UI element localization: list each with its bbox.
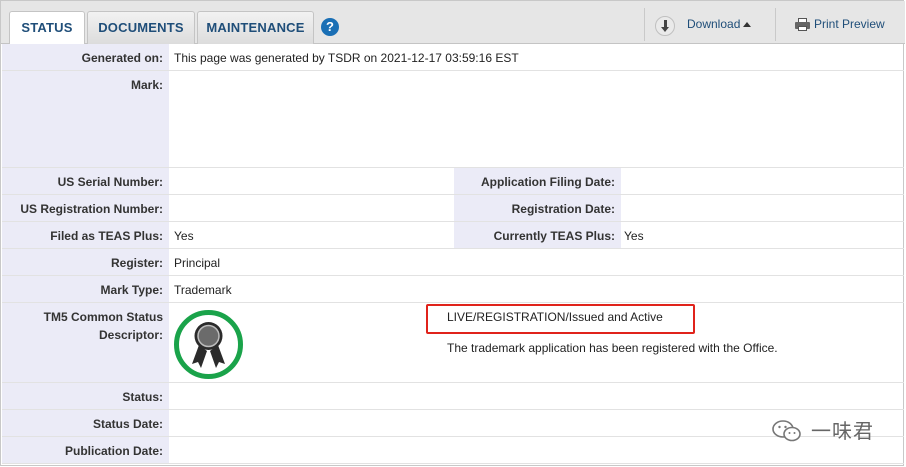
generated-on-value: This page was generated by TSDR on 2021-…	[174, 51, 519, 65]
row-status: Status:	[2, 383, 904, 410]
register-value: Principal	[174, 256, 221, 270]
tab-status[interactable]: STATUS	[9, 11, 85, 45]
download-button[interactable]: Download	[644, 8, 774, 41]
watermark-text: 一味君	[811, 421, 874, 443]
row-status-date: Status Date:	[2, 410, 904, 437]
row-mark: Mark:	[2, 71, 904, 168]
wechat-icon	[772, 420, 801, 442]
row-generated-on: Generated on: This page was generated by…	[2, 44, 904, 71]
print-preview-label: Print Preview	[814, 17, 885, 31]
help-icon[interactable]: ?	[321, 18, 339, 36]
tab-bar: STATUS DOCUMENTS MAINTENANCE ? Download …	[1, 1, 905, 45]
download-label: Download	[687, 17, 741, 31]
tm5-status-value: LIVE/REGISTRATION/Issued and Active	[447, 310, 663, 324]
printer-icon	[795, 18, 810, 31]
mark-type-value: Trademark	[174, 283, 232, 297]
status-date-label: Status Date:	[92, 417, 163, 431]
print-preview-button[interactable]: Print Preview	[775, 8, 905, 41]
us-registration-number-label: US Registration Number:	[20, 202, 163, 216]
row-publication-date: Publication Date:	[2, 437, 904, 464]
row-registration-number: US Registration Number: Registration Dat…	[2, 195, 904, 222]
tm5-descriptor-label-line1: TM5 Common Status	[43, 310, 163, 324]
register-label: Register:	[110, 256, 163, 270]
mark-label: Mark:	[130, 78, 163, 92]
currently-teas-plus-label: Currently TEAS Plus:	[493, 229, 615, 243]
tsdr-status-panel: STATUS DOCUMENTS MAINTENANCE ? Download …	[0, 0, 905, 466]
filed-as-teas-plus-label: Filed as TEAS Plus:	[50, 229, 163, 243]
caret-up-icon	[743, 22, 751, 27]
row-mark-type: Mark Type: Trademark	[2, 276, 904, 303]
tm5-descriptor-label-line2: Descriptor:	[98, 328, 163, 342]
mark-type-label: Mark Type:	[100, 283, 163, 297]
tab-maintenance[interactable]: MAINTENANCE	[197, 11, 314, 44]
download-arrow-icon	[655, 16, 675, 36]
us-serial-number-label: US Serial Number:	[57, 175, 163, 189]
publication-date-label: Publication Date:	[64, 444, 163, 458]
status-label: Status:	[122, 390, 163, 404]
registration-date-label: Registration Date:	[511, 202, 615, 216]
tab-documents[interactable]: DOCUMENTS	[87, 11, 195, 44]
generated-on-label: Generated on:	[81, 51, 163, 65]
filed-as-teas-plus-value: Yes	[174, 229, 194, 243]
row-teas-plus: Filed as TEAS Plus: Yes Currently TEAS P…	[2, 222, 904, 249]
tm5-status-description: The trademark application has been regis…	[447, 341, 778, 355]
row-serial-number: US Serial Number: Application Filing Dat…	[2, 168, 904, 195]
row-register: Register: Principal	[2, 249, 904, 276]
currently-teas-plus-value: Yes	[624, 229, 644, 243]
application-filing-date-label: Application Filing Date:	[481, 175, 615, 189]
award-ribbon-icon	[174, 310, 243, 379]
